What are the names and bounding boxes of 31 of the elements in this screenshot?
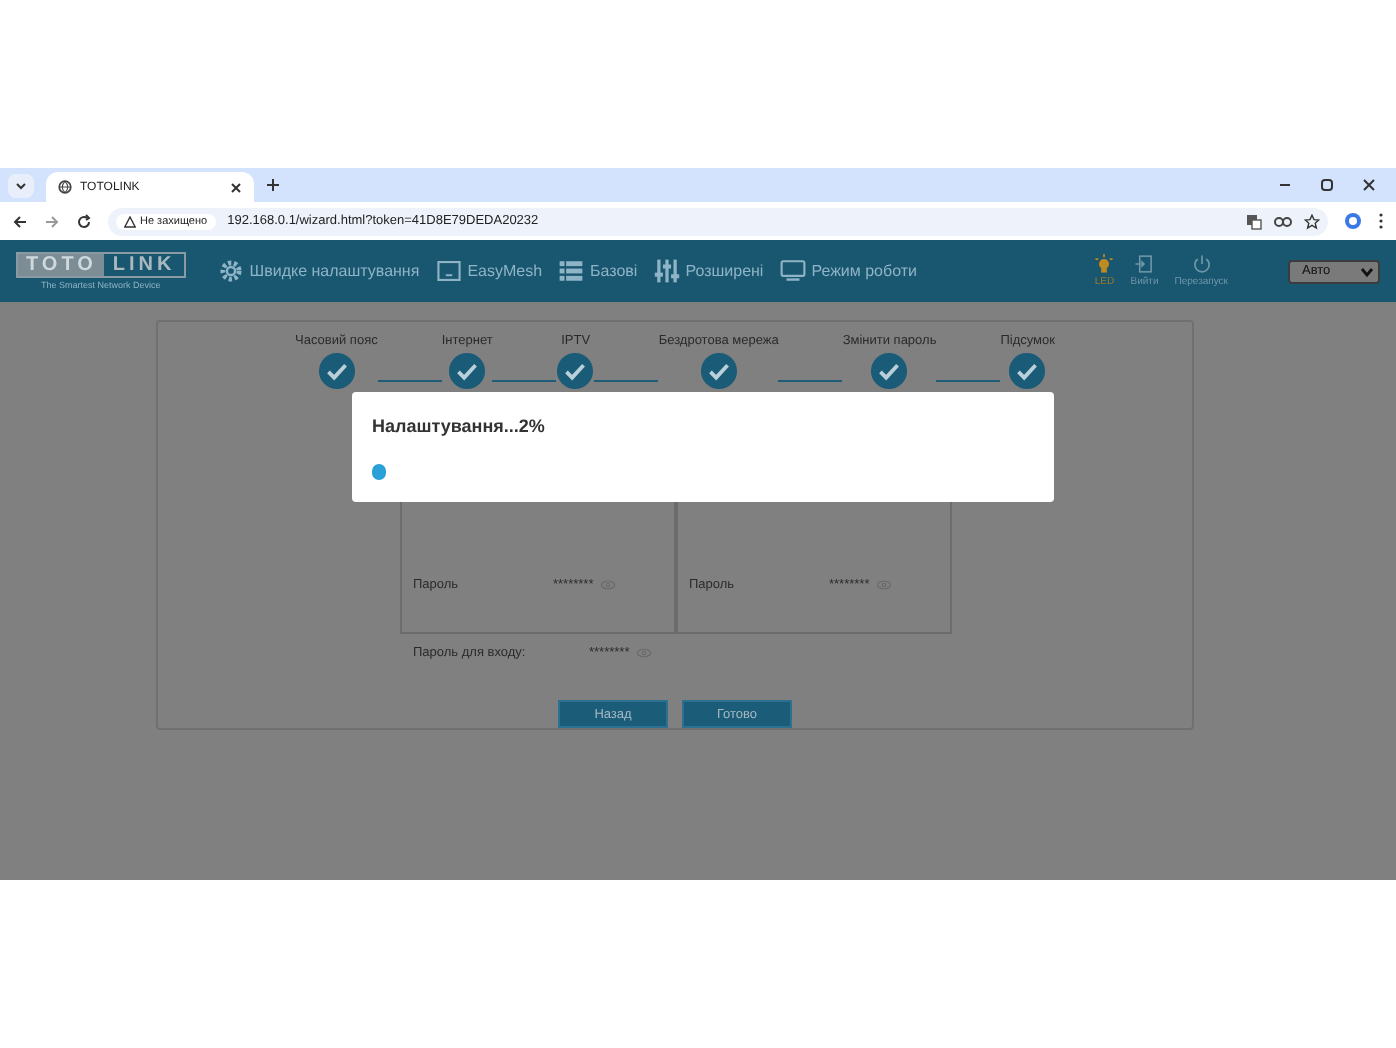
nav-item[interactable]: Розширені — [685, 262, 764, 280]
profile-icon[interactable] — [1344, 212, 1362, 230]
bulb-icon — [1094, 254, 1115, 274]
nav-item[interactable]: Базові — [590, 262, 638, 280]
sliders-icon — [653, 258, 680, 284]
router-icon — [435, 258, 462, 284]
reload-icon[interactable] — [76, 213, 92, 229]
key-icon[interactable] — [1274, 215, 1292, 227]
close-icon[interactable] — [230, 181, 242, 193]
gear-icon — [217, 258, 244, 284]
nav-item[interactable]: Режим роботи — [811, 262, 917, 280]
translate-icon[interactable] — [1246, 213, 1262, 229]
back-icon[interactable] — [12, 213, 28, 229]
more-icon[interactable] — [1378, 212, 1384, 230]
close-icon[interactable] — [1362, 178, 1376, 192]
restore-icon[interactable] — [1320, 178, 1334, 192]
new-tab-icon[interactable] — [266, 178, 280, 192]
minimize-icon[interactable] — [1278, 178, 1292, 192]
power-icon — [1191, 254, 1212, 274]
caret-icon — [1360, 265, 1374, 277]
nav-item[interactable]: EasyMesh — [467, 262, 543, 280]
star-icon[interactable] — [1304, 213, 1320, 229]
list-icon — [558, 258, 585, 284]
dialog-title: Налаштування...2% — [372, 416, 547, 436]
forward-icon[interactable] — [44, 213, 60, 229]
warning-icon — [124, 215, 136, 227]
monitor-icon — [779, 258, 806, 284]
nav-item[interactable]: Швидке налаштування — [249, 262, 420, 280]
logout-icon — [1134, 254, 1155, 274]
globe-icon — [58, 180, 72, 194]
logo: TOTO LINK — [16, 252, 186, 278]
